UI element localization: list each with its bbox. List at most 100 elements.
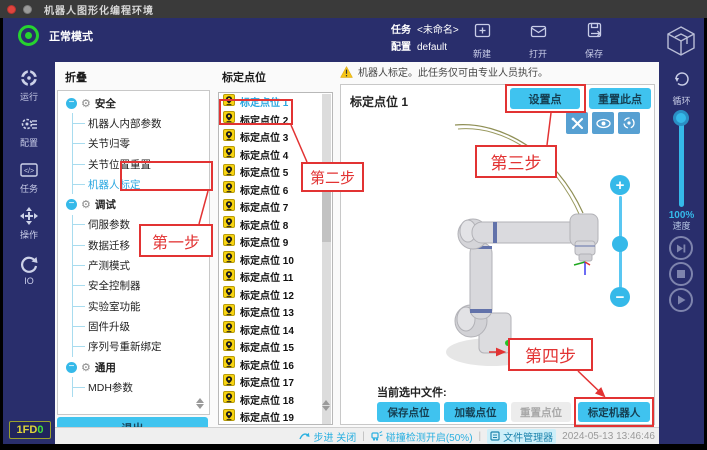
reset-this-point-button[interactable]: 重置此点: [589, 88, 651, 109]
step-forward-button[interactable]: [669, 236, 693, 260]
zoom-slider-knob[interactable]: [612, 236, 628, 252]
list-item-calibration-point[interactable]: 标定点位 18: [219, 391, 332, 409]
rail-item-配置[interactable]: 配置: [3, 109, 55, 154]
tree-scroll-buttons[interactable]: [196, 398, 204, 409]
bottom-button-重置点位: 重置点位: [511, 402, 571, 422]
list-item-calibration-point[interactable]: 标定点位 3: [219, 128, 332, 146]
list-item-calibration-point[interactable]: 标定点位 11: [219, 268, 332, 286]
rail-item-运行[interactable]: 运行: [3, 63, 55, 108]
pin-icon: [223, 286, 235, 302]
play-button[interactable]: [669, 288, 693, 312]
list-item-calibration-point[interactable]: 标定点位 12: [219, 286, 332, 304]
pin-icon: [223, 339, 235, 355]
list-item-calibration-point[interactable]: 标定点位 6: [219, 181, 332, 199]
left-nav-rail: 运行配置</>任务操作 IO 1FD0: [3, 62, 55, 444]
list-item-calibration-point[interactable]: 标定点位 2: [219, 111, 332, 129]
tree-item-序列号重新绑定[interactable]: 序列号重新绑定: [58, 337, 209, 357]
list-item-calibration-point[interactable]: 标定点位 7: [219, 198, 332, 216]
tree-group-label: 通用: [95, 360, 116, 375]
set-point-button[interactable]: 设置点: [510, 88, 580, 109]
rail-item-任务[interactable]: </>任务: [3, 155, 55, 200]
topbar-action-label: 保存: [585, 47, 603, 60]
window-close-button[interactable]: [7, 5, 16, 14]
tree-line: [73, 164, 85, 165]
file-actions: 新建打开保存: [465, 21, 611, 60]
zoom-out-button[interactable]: −: [610, 287, 630, 307]
window-minimize-button[interactable]: [23, 5, 32, 14]
rail-item-IO[interactable]: IO: [3, 247, 55, 292]
rail-item-label: 操作: [20, 228, 38, 241]
speed-slider-knob[interactable]: [673, 110, 689, 126]
tree-item-固件升级[interactable]: 固件升级: [58, 316, 209, 336]
zoom-in-button[interactable]: +: [610, 175, 630, 195]
tree-line: [73, 265, 85, 266]
list-item-calibration-point[interactable]: 标定点位 14: [219, 321, 332, 339]
list-item-label: 标定点位 10: [240, 252, 294, 267]
bottom-button-保存点位[interactable]: 保存点位: [377, 402, 440, 422]
list-item-calibration-point[interactable]: 标定点位 13: [219, 303, 332, 321]
app-window: 机器人图形化编程环境 正常模式 任务<未命名> 配置default 新建打开保存…: [0, 0, 707, 450]
loop-icon: [672, 70, 692, 88]
bottom-button-加载点位[interactable]: 加载点位: [444, 402, 507, 422]
collapse-minus-icon[interactable]: −: [66, 199, 77, 210]
io-icon: [19, 254, 39, 274]
pin-icon: [223, 199, 235, 215]
tree-item-label: 实验室功能: [88, 299, 141, 314]
warning-text: 机器人标定。此任务仅可由专业人员执行。: [358, 64, 548, 79]
file-manager-button[interactable]: 文件管理器: [487, 429, 556, 444]
list-item-calibration-point[interactable]: 标定点位 16: [219, 356, 332, 374]
rail-item-label: 运行: [20, 90, 38, 103]
list-item-calibration-point[interactable]: 标定点位 4: [219, 146, 332, 164]
pin-icon: [223, 111, 235, 127]
tree-item-产测模式[interactable]: 产测模式: [58, 255, 209, 275]
collapse-minus-icon[interactable]: −: [66, 362, 77, 373]
tree-group-通用[interactable]: −⚙通用: [58, 357, 209, 377]
topbar-action-保存[interactable]: 保存: [577, 21, 611, 60]
robot-3d-view[interactable]: [340, 115, 655, 405]
list-item-calibration-point[interactable]: 标定点位 5: [219, 163, 332, 181]
tree-item-伺服参数[interactable]: 伺服参数: [58, 215, 209, 235]
collapse-minus-icon[interactable]: −: [66, 98, 77, 109]
collision-detection-status[interactable]: 碰撞检测开启(50%): [371, 429, 473, 444]
config-label: 配置: [391, 42, 411, 53]
loop-control[interactable]: 循环: [659, 70, 704, 107]
topbar-action-新建[interactable]: 新建: [465, 21, 499, 60]
stop-button[interactable]: [669, 262, 693, 286]
task-value: <未命名>: [417, 25, 459, 36]
list-scroll-buttons[interactable]: [322, 400, 330, 411]
rail-item-操作[interactable]: 操作: [3, 201, 55, 246]
list-item-label: 标定点位 3: [240, 129, 288, 144]
list-item-calibration-point[interactable]: 标定点位 8: [219, 216, 332, 234]
pin-icon: [223, 409, 235, 425]
tree-item-关节归零[interactable]: 关节归零: [58, 134, 209, 154]
list-item-calibration-point[interactable]: 标定点位 19: [219, 408, 332, 425]
tree-item-实验室功能[interactable]: 实验室功能: [58, 296, 209, 316]
tree-group-label: 安全: [95, 96, 116, 111]
step-mode-status[interactable]: 步进 关闭: [299, 429, 356, 444]
speed-slider-track[interactable]: [679, 117, 684, 207]
tree-item-数据迁移[interactable]: 数据迁移: [58, 235, 209, 255]
list-item-calibration-point[interactable]: 标定点位 10: [219, 251, 332, 269]
list-item-calibration-point[interactable]: 标定点位 1: [219, 93, 332, 111]
tree-item-安全控制器[interactable]: 安全控制器: [58, 276, 209, 296]
list-item-calibration-point[interactable]: 标定点位 15: [219, 338, 332, 356]
list-item-label: 标定点位 2: [240, 112, 288, 127]
tree-item-MDH参数[interactable]: MDH参数: [58, 377, 209, 397]
tree-item-关节位置重置[interactable]: 关节位置重置: [58, 154, 209, 174]
list-item-calibration-point[interactable]: 标定点位 17: [219, 373, 332, 391]
list-scrollbar[interactable]: [322, 94, 331, 425]
topbar-action-打开[interactable]: 打开: [521, 21, 555, 60]
mode-label: 正常模式: [49, 28, 93, 44]
status-code-badge: 1FD0: [9, 421, 51, 439]
tree-item-机器人标定[interactable]: 机器人标定: [58, 174, 209, 194]
tree-item-label: 产测模式: [88, 258, 130, 273]
list-item-label: 标定点位 1: [240, 94, 288, 109]
task-config-info: 任务<未命名> 配置default: [391, 22, 459, 56]
list-item-calibration-point[interactable]: 标定点位 9: [219, 233, 332, 251]
bottom-button-标定机器人[interactable]: 标定机器人: [578, 402, 650, 422]
loop-label: 循环: [659, 94, 704, 107]
tree-group-安全[interactable]: −⚙安全: [58, 93, 209, 113]
tree-item-机器人内部参数[interactable]: 机器人内部参数: [58, 113, 209, 133]
tree-group-调试[interactable]: −⚙调试: [58, 194, 209, 214]
right-control-rail: 循环 100% 速度: [659, 62, 704, 444]
